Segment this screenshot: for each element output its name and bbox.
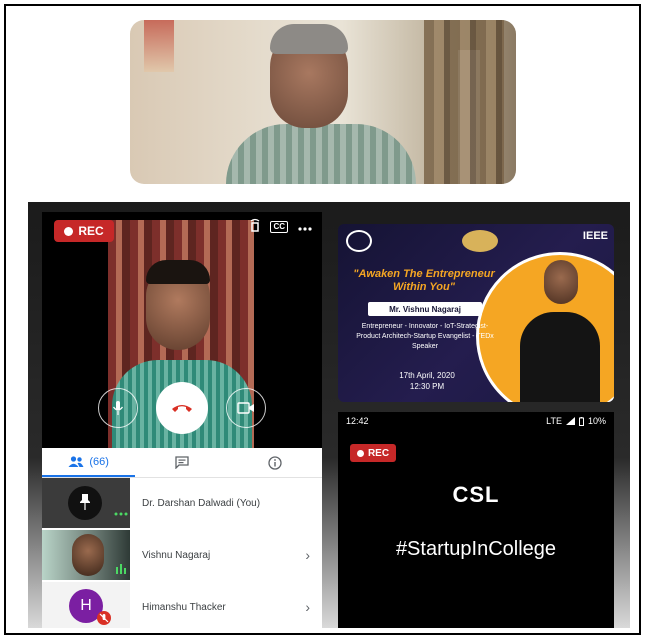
battery-level: 10% xyxy=(587,416,606,426)
ieee-logo: IEEE xyxy=(582,230,608,242)
signal-icon xyxy=(565,417,575,425)
muted-mic-icon xyxy=(97,611,111,625)
people-icon xyxy=(68,456,84,467)
speaker-name: Mr. Vishnu Nagaraj xyxy=(368,302,482,316)
poster-title: "Awaken The Entrepreneur Within You" xyxy=(353,268,495,293)
chevron-right-icon[interactable]: › xyxy=(305,599,310,615)
recording-badge: REC xyxy=(350,444,396,462)
status-time: 12:42 xyxy=(346,416,369,426)
speaking-dots-icon xyxy=(114,512,128,516)
participants-tabs: (66) xyxy=(42,448,322,478)
recording-badge: REC xyxy=(54,220,114,242)
participant-name: Vishnu Nagaraj xyxy=(142,549,211,561)
event-poster: IEEE "Awaken The Entrepreneur Within You… xyxy=(338,224,614,402)
camera-icon xyxy=(237,402,254,414)
event-time: 12:30 PM xyxy=(409,382,445,391)
curtain xyxy=(424,20,504,184)
hashtag-text: #StartupInCollege xyxy=(395,538,557,560)
wall-decoration xyxy=(144,20,174,72)
chat-icon xyxy=(175,456,189,469)
mic-icon xyxy=(112,401,124,415)
speaker-roles: Entrepreneur - Innovator - IoT-Strategis… xyxy=(356,323,494,350)
rec-label: REC xyxy=(367,447,390,459)
tab-chat[interactable] xyxy=(135,448,228,477)
cc-icon[interactable]: CC xyxy=(270,220,288,233)
call-top-icons: CC xyxy=(250,218,312,235)
phone-screen: 12:42 LTE 10% REC CSL #StartupInCollege xyxy=(338,412,614,628)
battery-icon xyxy=(578,416,584,426)
info-icon xyxy=(268,455,282,470)
end-call-icon xyxy=(172,405,192,412)
participants-panel: (66) Dr. Darshan Dalwadi (You) Vishnu Na… xyxy=(42,448,322,628)
meeting-collage: REC CC (66) Dr. Darshan Dalwadi (You) Vi… xyxy=(28,202,630,628)
speaker-body xyxy=(520,312,600,402)
participant-name: Himanshu Thacker xyxy=(142,601,226,613)
rec-dot-icon xyxy=(356,449,364,457)
list-item[interactable]: Vishnu Nagaraj › xyxy=(42,530,322,580)
participant-thumbnail xyxy=(42,478,130,528)
end-call-button[interactable] xyxy=(156,382,208,434)
mic-button[interactable] xyxy=(98,388,138,428)
self-hair xyxy=(146,260,210,284)
tab-people[interactable]: (66) xyxy=(42,448,136,477)
participant-count: (66) xyxy=(89,455,109,468)
participant-name: Dr. Darshan Dalwadi (You) xyxy=(142,497,261,509)
more-icon[interactable] xyxy=(298,220,312,234)
speaking-bars-icon xyxy=(116,564,126,574)
camera-button[interactable] xyxy=(226,388,266,428)
participant-shirt xyxy=(226,124,416,184)
screenshot-frame: REC CC (66) Dr. Darshan Dalwadi (You) Vi… xyxy=(4,4,641,635)
status-right: LTE 10% xyxy=(546,416,606,426)
csl-logo: CSL xyxy=(452,482,500,507)
network-type: LTE xyxy=(546,416,562,426)
event-date: 17th April, 2020 xyxy=(399,371,455,380)
cast-icon[interactable] xyxy=(250,218,260,235)
chevron-right-icon[interactable]: › xyxy=(305,547,310,563)
call-screen: REC CC xyxy=(42,212,322,448)
participant-thumbnail xyxy=(42,530,130,580)
college-logo xyxy=(346,230,372,252)
top-participant-video xyxy=(130,20,516,184)
anniversary-logo xyxy=(462,230,498,252)
list-item[interactable]: Dr. Darshan Dalwadi (You) xyxy=(42,478,322,528)
participant-hair xyxy=(270,24,348,54)
participant-thumbnail: H xyxy=(42,582,130,628)
tab-info[interactable] xyxy=(229,448,322,477)
pin-icon xyxy=(80,494,90,510)
rec-dot-icon xyxy=(64,226,74,236)
event-datetime: 17th April, 2020 12:30 PM xyxy=(382,370,472,392)
list-item[interactable]: H Himanshu Thacker › xyxy=(42,582,322,628)
status-bar: 12:42 LTE 10% xyxy=(338,412,614,430)
rec-label: REC xyxy=(78,224,104,238)
call-controls xyxy=(42,382,322,434)
speaker-face xyxy=(544,260,578,304)
